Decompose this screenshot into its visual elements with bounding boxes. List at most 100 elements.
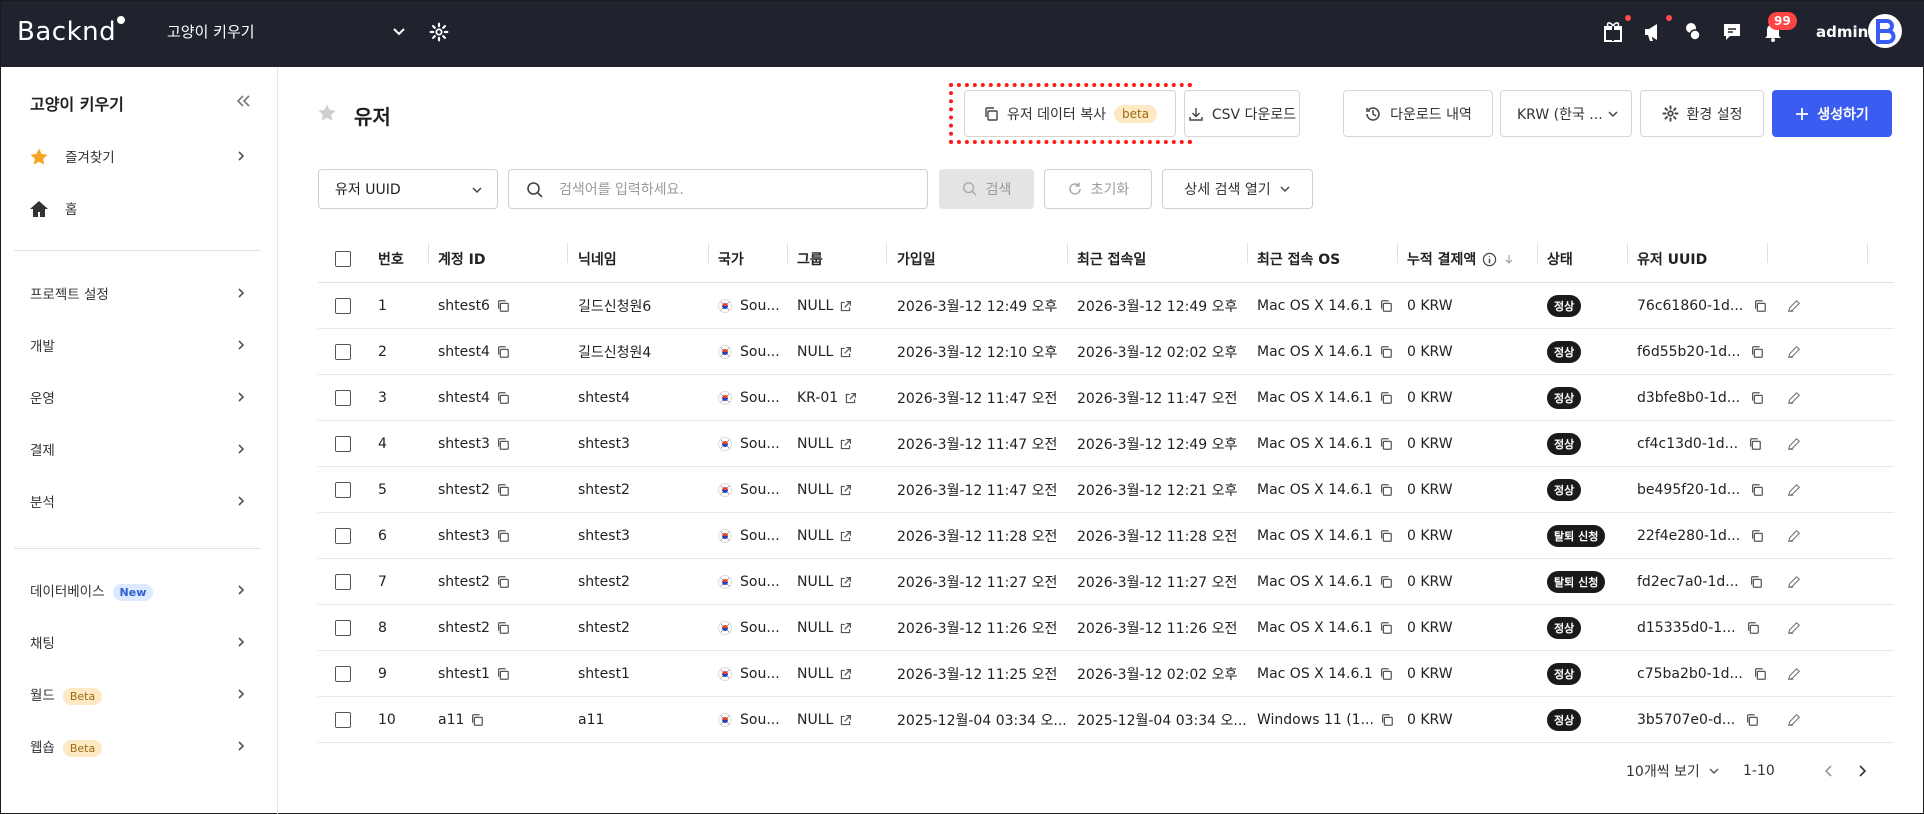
- row-checkbox[interactable]: [335, 390, 351, 406]
- edit-icon[interactable]: [1787, 621, 1801, 635]
- row-select-cell[interactable]: [335, 467, 351, 513]
- copy-icon[interactable]: [1379, 667, 1393, 681]
- copy-icon[interactable]: [1379, 483, 1393, 497]
- col-total-paid[interactable]: 누적 결제액: [1407, 235, 1515, 283]
- cell-edit[interactable]: [1787, 329, 1801, 375]
- copy-icon[interactable]: [1746, 621, 1760, 635]
- external-link-icon[interactable]: [839, 438, 852, 451]
- chat-icon[interactable]: [1722, 21, 1742, 43]
- sidebar-item-project-settings[interactable]: 프로젝트 설정: [1, 273, 277, 313]
- prev-page-icon[interactable]: [1821, 763, 1837, 779]
- currency-select[interactable]: KRW (한국 ...: [1500, 90, 1632, 137]
- copy-icon[interactable]: [496, 391, 510, 405]
- row-select-cell[interactable]: [335, 559, 351, 605]
- copy-icon[interactable]: [470, 713, 484, 727]
- edit-icon[interactable]: [1787, 391, 1801, 405]
- copy-icon[interactable]: [496, 667, 510, 681]
- copy-icon[interactable]: [1379, 345, 1393, 359]
- external-link-icon[interactable]: [839, 668, 852, 681]
- row-select-cell[interactable]: [335, 697, 351, 743]
- megaphone-icon[interactable]: [1643, 21, 1663, 43]
- table-row[interactable]: 9 shtest1 shtest1 Sou... NULL 2026-3월-12 11:2…: [318, 651, 1894, 697]
- edit-icon[interactable]: [1787, 483, 1801, 497]
- row-checkbox[interactable]: [335, 712, 351, 728]
- copy-icon[interactable]: [1379, 621, 1393, 635]
- search-input[interactable]: [559, 178, 919, 202]
- copy-icon[interactable]: [496, 437, 510, 451]
- next-page-icon[interactable]: [1854, 763, 1870, 779]
- copy-icon[interactable]: [1753, 667, 1767, 681]
- copy-icon[interactable]: [1379, 299, 1393, 313]
- copy-icon[interactable]: [1745, 713, 1759, 727]
- copy-icon[interactable]: [1750, 483, 1764, 497]
- cell-edit[interactable]: [1787, 651, 1801, 697]
- table-row[interactable]: 3 shtest4 shtest4 Sou... KR-01 2026-3월-12 11:…: [318, 375, 1894, 421]
- sidebar-item-home[interactable]: 홈: [1, 188, 277, 228]
- select-all-cell[interactable]: [335, 235, 351, 283]
- chevron-down-icon[interactable]: [391, 23, 407, 39]
- external-link-icon[interactable]: [839, 622, 852, 635]
- row-select-cell[interactable]: [335, 375, 351, 421]
- copy-icon[interactable]: [496, 345, 510, 359]
- copy-icon[interactable]: [496, 621, 510, 635]
- table-row[interactable]: 8 shtest2 shtest2 Sou... NULL 2026-3월-12 11:2…: [318, 605, 1894, 651]
- sidebar-item-database[interactable]: 데이터베이스 New: [1, 570, 277, 610]
- row-checkbox[interactable]: [335, 528, 351, 544]
- gear-icon[interactable]: [429, 22, 449, 42]
- copy-icon[interactable]: [1379, 437, 1393, 451]
- backnd-logo[interactable]: Backnd: [17, 16, 126, 47]
- copy-user-data-button[interactable]: 유저 데이터 복사 beta: [964, 90, 1176, 137]
- edit-icon[interactable]: [1787, 299, 1801, 313]
- cell-edit[interactable]: [1787, 283, 1801, 329]
- external-link-icon[interactable]: [839, 346, 852, 359]
- row-checkbox[interactable]: [335, 344, 351, 360]
- sidebar-item-favorites[interactable]: 즐겨찾기: [1, 136, 277, 176]
- environment-settings-button[interactable]: 환경 설정: [1640, 90, 1764, 137]
- row-checkbox[interactable]: [335, 574, 351, 590]
- copy-icon[interactable]: [1750, 345, 1764, 359]
- row-select-cell[interactable]: [335, 651, 351, 697]
- cell-edit[interactable]: [1787, 513, 1801, 559]
- external-link-icon[interactable]: [839, 484, 852, 497]
- table-row[interactable]: 1 shtest6 길드신청원6 Sou... NULL 2026-3월-12 12:49…: [318, 283, 1894, 329]
- favorite-star-icon[interactable]: [317, 103, 337, 123]
- cell-edit[interactable]: [1787, 697, 1801, 743]
- external-link-icon[interactable]: [839, 530, 852, 543]
- row-select-cell[interactable]: [335, 329, 351, 375]
- collapse-sidebar-icon[interactable]: [235, 93, 251, 109]
- row-select-cell[interactable]: [335, 513, 351, 559]
- copy-icon[interactable]: [1379, 529, 1393, 543]
- table-row[interactable]: 6 shtest3 shtest3 Sou... NULL 2026-3월-12 11:2…: [318, 513, 1894, 559]
- search-button[interactable]: 검색: [939, 169, 1034, 209]
- external-link-icon[interactable]: [839, 714, 852, 727]
- page-size-select[interactable]: 10개씩 보기: [1626, 761, 1720, 781]
- create-button[interactable]: 생성하기: [1772, 90, 1892, 137]
- cell-edit[interactable]: [1787, 421, 1801, 467]
- row-select-cell[interactable]: [335, 605, 351, 651]
- cell-edit[interactable]: [1787, 559, 1801, 605]
- sort-arrow-icon[interactable]: [1503, 253, 1515, 265]
- table-row[interactable]: 10 a11 a11 Sou... NULL 2025-12월-04 03:34 오...…: [318, 697, 1894, 743]
- project-select[interactable]: 고양이 키우기: [167, 21, 255, 42]
- row-checkbox[interactable]: [335, 298, 351, 314]
- edit-icon[interactable]: [1787, 667, 1801, 681]
- row-checkbox[interactable]: [335, 620, 351, 636]
- edit-icon[interactable]: [1787, 713, 1801, 727]
- sidebar-item-operation[interactable]: 운영: [1, 377, 277, 417]
- copy-icon[interactable]: [1750, 529, 1764, 543]
- table-row[interactable]: 5 shtest2 shtest2 Sou... NULL 2026-3월-12 11:4…: [318, 467, 1894, 513]
- reset-button[interactable]: 초기화: [1044, 169, 1152, 209]
- table-row[interactable]: 2 shtest4 길드신청원4 Sou... NULL 2026-3월-12 12:10…: [318, 329, 1894, 375]
- copy-icon[interactable]: [1753, 299, 1767, 313]
- edit-icon[interactable]: [1787, 437, 1801, 451]
- cell-edit[interactable]: [1787, 605, 1801, 651]
- table-row[interactable]: 7 shtest2 shtest2 Sou... NULL 2026-3월-12 11:2…: [318, 559, 1894, 605]
- row-checkbox[interactable]: [335, 436, 351, 452]
- copy-icon[interactable]: [1379, 391, 1393, 405]
- copy-icon[interactable]: [496, 299, 510, 313]
- select-all-checkbox[interactable]: [335, 251, 351, 267]
- external-link-icon[interactable]: [844, 392, 857, 405]
- table-row[interactable]: 4 shtest3 shtest3 Sou... NULL 2026-3월-12 11:4…: [318, 421, 1894, 467]
- sidebar-item-webshop[interactable]: 웹숍 Beta: [1, 726, 277, 766]
- cell-edit[interactable]: [1787, 467, 1801, 513]
